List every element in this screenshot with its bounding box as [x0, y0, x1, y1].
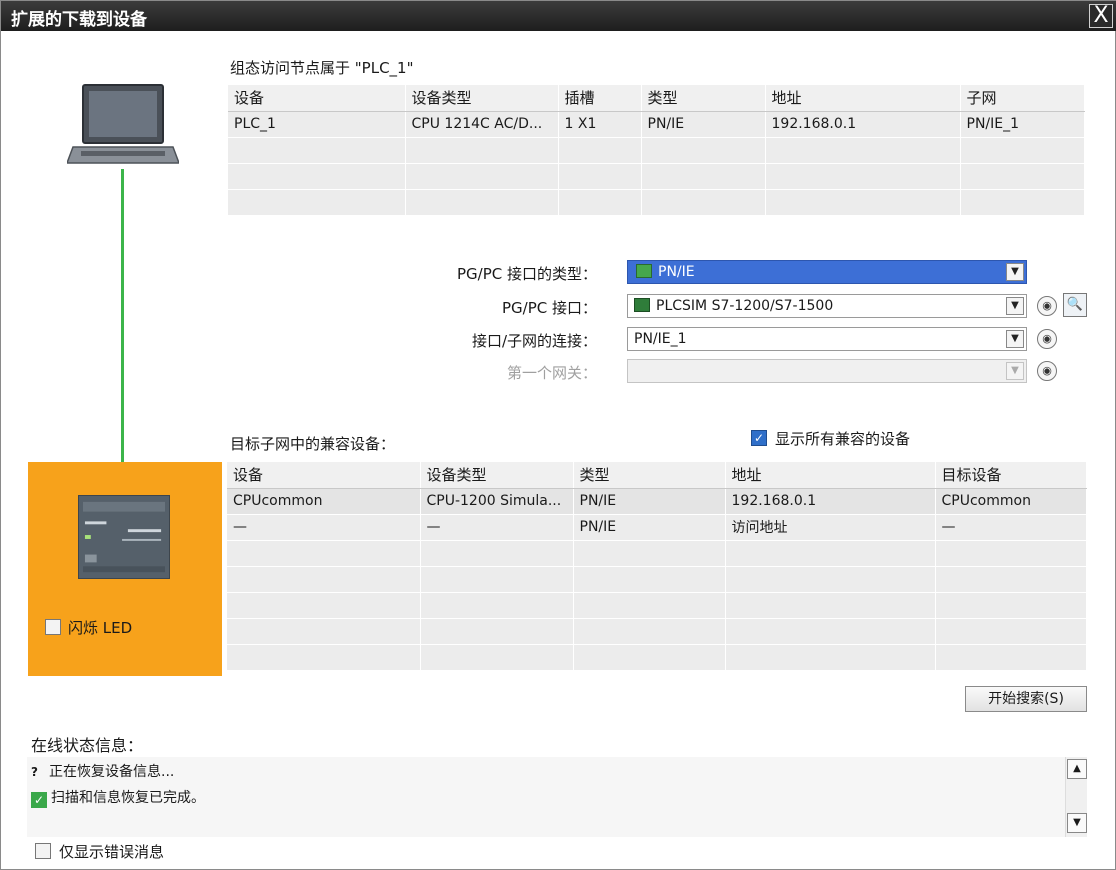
show-all-checkbox[interactable]: ✓ — [751, 430, 767, 446]
col-header-address: 地址 — [765, 85, 961, 112]
chevron-down-icon[interactable]: ▼ — [1006, 297, 1024, 315]
table-row[interactable]: CPUcommon CPU-1200 Simula... PN/IE 192.1… — [227, 488, 1087, 515]
list-item: ? 正在恢复设备信息... — [31, 764, 175, 780]
gateway-label: 第一个网关： — [506, 364, 597, 382]
table-cell: PN/IE_1 — [960, 111, 1085, 138]
col-header-slot: 插槽 — [558, 85, 642, 112]
col-header-target-device: 目标设备 — [935, 462, 1087, 489]
chevron-down-icon[interactable]: ▼ — [1006, 263, 1024, 281]
subnet-connection-label: 接口/子网的连接： — [471, 332, 597, 350]
table-row — [227, 540, 1087, 567]
table-row — [227, 618, 1087, 645]
gateway-properties-icon[interactable]: ◉ — [1037, 361, 1057, 381]
plc-device-icon — [78, 495, 170, 579]
table-cell: 192.168.0.1 — [765, 111, 961, 138]
table-row — [227, 592, 1087, 619]
list-item: ✓ 扫描和信息恢复已完成。 — [31, 787, 205, 808]
gateway-select: ▼ — [627, 359, 1027, 383]
col-header-device-type: 设备类型 — [420, 462, 574, 489]
pgpc-interface-select[interactable]: PLCSIM S7-1200/S7-1500 ▼ — [627, 294, 1027, 318]
table-cell: 192.168.0.1 — [725, 488, 936, 515]
close-button[interactable]: X — [1089, 4, 1113, 28]
target-table: 设备 设备类型 类型 地址 目标设备 CPUcommon CPU-1200 Si… — [227, 462, 1087, 671]
start-search-button[interactable]: 开始搜索(S) — [965, 686, 1087, 712]
table-cell: CPUcommon — [227, 488, 421, 515]
table-cell: 访问地址 — [725, 514, 936, 541]
pgpc-interface-label: PG/PC 接口： — [501, 299, 597, 317]
plc-panel: 闪烁 LED — [28, 462, 222, 676]
status-log: ? 正在恢复设备信息... ✓ 扫描和信息恢复已完成。 ▲ ▼ — [27, 757, 1087, 837]
download-dialog: 扩展的下载到设备 X 组态访问节点属于 "PLC_1" 设备 设备类型 插槽 类… — [0, 0, 1116, 870]
subnet-connection-value: PN/IE_1 — [634, 331, 687, 347]
table-cell: 1 X1 — [558, 111, 642, 138]
config-table: 设备 设备类型 插槽 类型 地址 子网 PLC_1 CPU 1214C AC/D… — [228, 85, 1085, 216]
chevron-down-icon[interactable]: ▼ — [1006, 330, 1024, 348]
table-row — [227, 644, 1087, 671]
table-cell: CPU-1200 Simula... — [420, 488, 574, 515]
scroll-down-icon[interactable]: ▼ — [1067, 813, 1087, 833]
table-row — [228, 189, 1085, 216]
dialog-title: 扩展的下载到设备 — [11, 10, 147, 30]
table-row[interactable]: — — PN/IE 访问地址 — — [227, 514, 1087, 541]
table-cell: — — [420, 514, 574, 541]
table-row[interactable]: PLC_1 CPU 1214C AC/D... 1 X1 PN/IE 192.1… — [228, 111, 1085, 138]
pgpc-interface-value: PLCSIM S7-1200/S7-1500 — [656, 298, 834, 314]
col-header-device-type: 设备类型 — [405, 85, 559, 112]
table-cell: PN/IE — [573, 488, 726, 515]
col-header-device: 设备 — [227, 462, 421, 489]
ethernet-icon — [636, 264, 652, 278]
status-scrollbar[interactable]: ▲ ▼ — [1065, 757, 1087, 837]
table-cell: CPUcommon — [935, 488, 1087, 515]
only-errors-checkbox[interactable] — [35, 843, 51, 859]
col-header-type: 类型 — [641, 85, 766, 112]
table-row — [228, 163, 1085, 190]
config-heading: 组态访问节点属于 "PLC_1" — [230, 59, 414, 77]
table-cell: — — [935, 514, 1087, 541]
pgpc-type-select[interactable]: PN/IE ▼ — [627, 260, 1027, 284]
network-cable — [121, 169, 124, 495]
table-cell: PN/IE — [573, 514, 726, 541]
check-icon: ✓ — [31, 792, 47, 808]
scroll-up-icon[interactable]: ▲ — [1067, 759, 1087, 779]
table-cell: PLC_1 — [228, 111, 406, 138]
pgpc-type-value: PN/IE — [658, 264, 695, 280]
flash-led-checkbox[interactable] — [45, 619, 61, 635]
interface-properties-icon[interactable]: ◉ — [1037, 296, 1057, 316]
chevron-down-icon: ▼ — [1006, 362, 1024, 380]
col-header-address: 地址 — [725, 462, 936, 489]
search-progress-icon: ? — [31, 765, 38, 779]
table-cell: PN/IE — [641, 111, 766, 138]
only-errors-label: 仅显示错误消息 — [59, 843, 165, 861]
table-cell: CPU 1214C AC/D... — [405, 111, 559, 138]
subnet-properties-icon[interactable]: ◉ — [1037, 329, 1057, 349]
status-heading: 在线状态信息： — [31, 736, 144, 755]
show-all-label: 显示所有兼容的设备 — [775, 430, 911, 448]
table-row — [228, 137, 1085, 164]
col-header-subnet: 子网 — [960, 85, 1085, 112]
pgpc-type-label: PG/PC 接口的类型： — [456, 265, 597, 283]
diagnostics-search-icon[interactable]: 🔍 — [1063, 293, 1087, 317]
title-bar: 扩展的下载到设备 X — [1, 1, 1116, 31]
pg-laptop-icon — [67, 84, 179, 164]
table-cell: — — [227, 514, 421, 541]
subnet-connection-select[interactable]: PN/IE_1 ▼ — [627, 327, 1027, 351]
network-card-icon — [634, 298, 650, 312]
target-heading: 目标子网中的兼容设备： — [230, 435, 396, 453]
col-header-type: 类型 — [573, 462, 726, 489]
flash-led-label: 闪烁 LED — [68, 619, 133, 637]
col-header-device: 设备 — [228, 85, 406, 112]
table-row — [227, 566, 1087, 593]
